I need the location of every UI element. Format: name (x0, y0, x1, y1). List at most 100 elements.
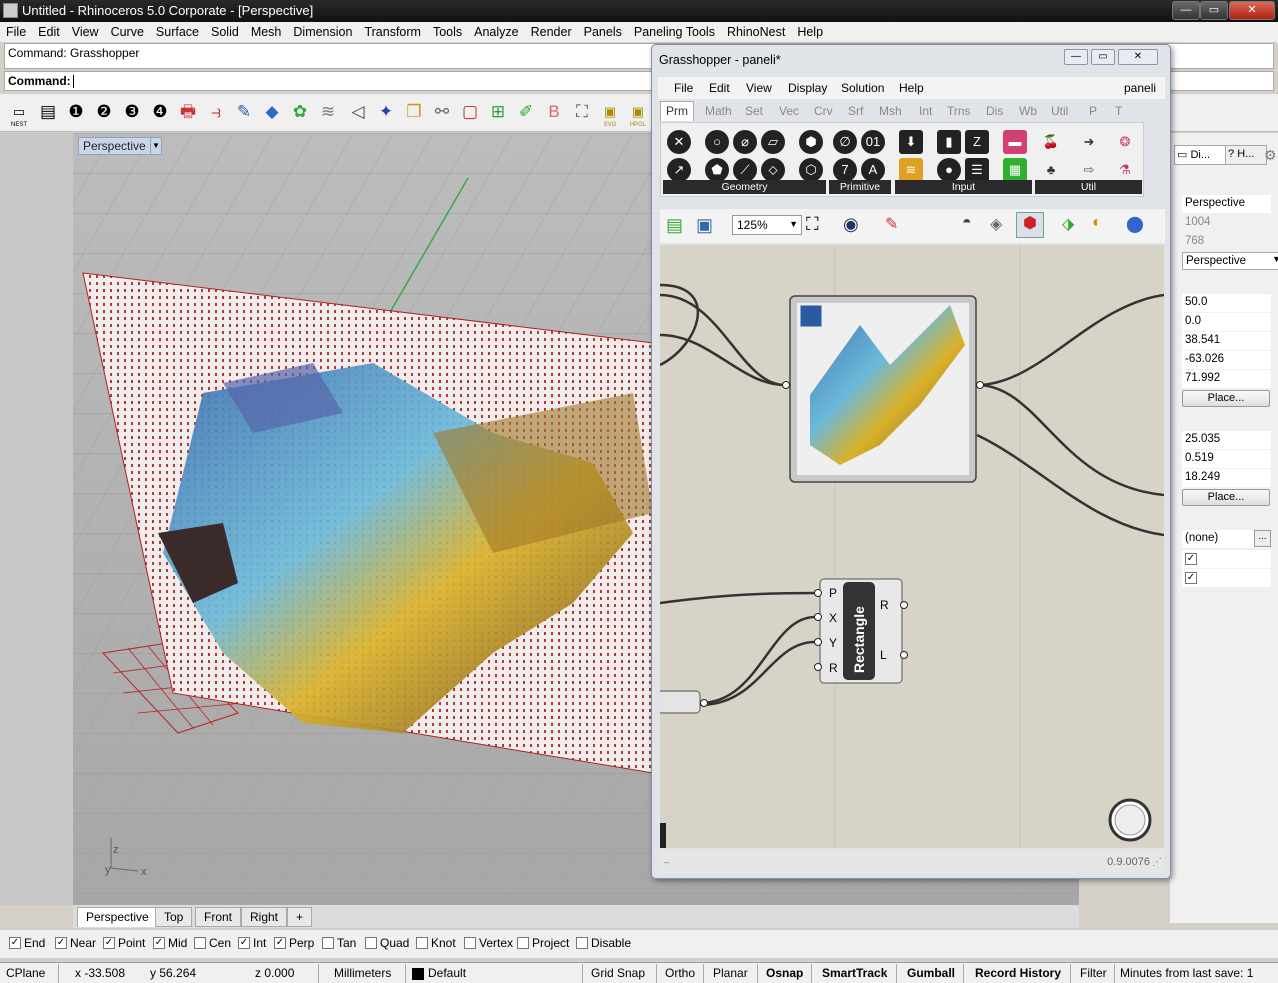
menu-paneling-tools[interactable]: Paneling Tools (628, 22, 721, 42)
geometry-param-icon[interactable]: ⬢ (799, 130, 823, 154)
rhino-app-icon[interactable] (3, 3, 18, 18)
rotation-field[interactable]: 0.0 (1182, 313, 1271, 331)
line-param-icon[interactable]: ⟋ (733, 158, 757, 182)
gh-menu-edit[interactable]: Edit (709, 81, 730, 95)
osnap-near-checkbox[interactable]: ✓ (55, 937, 67, 949)
image-sampler-output-grip[interactable] (976, 381, 984, 389)
save-icon[interactable] (799, 304, 823, 328)
value-list-icon[interactable]: ☰ (965, 158, 989, 182)
layer-4-icon[interactable]: ❹ (147, 98, 173, 126)
number-param-icon[interactable]: ∅ (833, 130, 857, 154)
properties-icon[interactable]: ▤ (35, 98, 61, 126)
print-icon[interactable]: 🖶 (175, 98, 201, 126)
data-arrow-icon[interactable]: ⇨ (1077, 158, 1101, 182)
circle-param-icon[interactable]: ○ (705, 130, 729, 154)
lens-length-field[interactable]: 50.0 (1182, 294, 1271, 312)
rect-grip-out-l[interactable] (900, 651, 908, 659)
osnap-mid-checkbox[interactable]: ✓ (153, 937, 165, 949)
osnap-tan-checkbox[interactable] (322, 937, 334, 949)
menu-render[interactable]: Render (525, 22, 578, 42)
sphere-icon[interactable]: ⬤ (1126, 214, 1144, 234)
number-slider-node[interactable] (660, 690, 701, 714)
status-smarttrack[interactable]: SmartTrack (822, 966, 887, 980)
osnap-quad-checkbox[interactable] (365, 937, 377, 949)
osnap-vertex[interactable]: Vertex (464, 936, 513, 950)
osnap-cen[interactable]: Cen (194, 936, 231, 950)
gh-tab-t[interactable]: T (1115, 104, 1122, 118)
osnap-tan[interactable]: Tan (322, 936, 356, 950)
tab-display[interactable]: ▭ Di... (1174, 145, 1226, 165)
gh-tab-trns[interactable]: Trns (947, 104, 971, 118)
gh-tab-math[interactable]: Math (705, 104, 732, 118)
camera-y-field[interactable]: -63.026 (1182, 351, 1271, 369)
box-icon[interactable]: ◆ (259, 98, 285, 126)
integer-param-icon[interactable]: 7 (833, 158, 857, 182)
sketch-icon[interactable]: ✎ (885, 214, 898, 234)
curve-param-icon[interactable]: ⌀ (733, 130, 757, 154)
menu-panels[interactable]: Panels (578, 22, 628, 42)
tab-right[interactable]: Right (241, 907, 288, 927)
number-slider-icon[interactable]: Z (965, 130, 989, 154)
preview-eye-icon[interactable]: ◉ (843, 214, 859, 235)
gh-menu-file[interactable]: File (674, 81, 693, 95)
menu-transform[interactable]: Transform (358, 22, 427, 42)
menu-curve[interactable]: Curve (105, 22, 150, 42)
place-target-button[interactable]: Place... (1182, 489, 1270, 506)
gh-tab-dis[interactable]: Dis (986, 104, 1003, 118)
text-param-icon[interactable]: A (861, 158, 885, 182)
status-osnap[interactable]: Osnap (766, 966, 803, 980)
status-planar[interactable]: Planar (713, 966, 748, 980)
plane-param-icon[interactable]: ⬟ (705, 158, 729, 182)
brep-param-icon[interactable]: ⬡ (799, 158, 823, 182)
material-icon[interactable]: ◐ (1092, 214, 1102, 232)
gh-maximize-button[interactable]: ▭ (1091, 49, 1115, 65)
minimize-button[interactable]: — (1172, 1, 1200, 20)
place-camera-button[interactable]: Place... (1182, 390, 1270, 407)
osnap-mid[interactable]: ✓ Mid (153, 936, 187, 950)
boolean-param-icon[interactable]: 01 (861, 130, 885, 154)
osnap-point-checkbox[interactable]: ✓ (103, 937, 115, 949)
rect-grip-x[interactable] (814, 613, 822, 621)
layer-2-icon[interactable]: ❷ (91, 98, 117, 126)
flask-icon[interactable]: ⚗ (1113, 158, 1137, 182)
preview-selected-icon[interactable]: ⬢ (1016, 212, 1044, 238)
camera-z-field[interactable]: 71.992 (1182, 370, 1271, 388)
target-z-field[interactable]: 18.249 (1182, 469, 1271, 487)
osnap-knot[interactable]: Knot (416, 936, 456, 950)
osnap-disable[interactable]: Disable (576, 936, 631, 950)
menu-file[interactable]: File (0, 22, 32, 42)
canvas-scroll-handle[interactable] (660, 823, 666, 848)
zoom-select[interactable]: 125% ▼ (732, 215, 802, 235)
osnap-project-checkbox[interactable] (517, 937, 529, 949)
add-viewport-tab-icon[interactable]: + (287, 907, 313, 927)
osnap-point[interactable]: ✓ Point (103, 936, 145, 950)
status-grid-snap[interactable]: Grid Snap (591, 966, 645, 980)
toggle-icon[interactable]: ▮ (937, 130, 961, 154)
gh-tab-srf[interactable]: Srf (848, 104, 863, 118)
gh-tab-set[interactable]: Set (745, 104, 763, 118)
gh-tab-util[interactable]: Util (1051, 104, 1068, 118)
osnap-near[interactable]: ✓ Near (55, 936, 96, 950)
menu-surface[interactable]: Surface (150, 22, 205, 42)
bake-icon[interactable]: ⬗ (1062, 214, 1074, 234)
status-cplane[interactable]: CPlane (6, 966, 45, 980)
status-ortho[interactable]: Ortho (665, 966, 695, 980)
surface-param-icon[interactable]: ▱ (761, 130, 785, 154)
view-title-field[interactable]: Perspective (1182, 195, 1271, 213)
maximize-button[interactable]: ▭ (1200, 1, 1228, 20)
edit-points-icon[interactable]: ✦ (373, 98, 399, 126)
gh-tab-prm[interactable]: Prm (660, 101, 694, 121)
grid-icon[interactable]: ⊞ (485, 98, 511, 126)
gh-menu-solution[interactable]: Solution (841, 81, 884, 95)
bold-b-icon[interactable]: B (541, 98, 567, 126)
close-button[interactable]: ✕ (1229, 1, 1275, 20)
target-x-field[interactable]: 25.035 (1182, 431, 1271, 449)
save-file-icon[interactable]: ▣ (696, 215, 713, 236)
gray-wallpaper-checkbox[interactable]: ✓ (1185, 572, 1197, 584)
jump-icon[interactable]: ❂ (1113, 130, 1137, 154)
gh-tab-int[interactable]: Int (919, 104, 932, 118)
point-param-icon[interactable]: ✕ (667, 130, 691, 154)
menu-tools[interactable]: Tools (427, 22, 468, 42)
mesh-param-icon[interactable]: ⬦ (761, 158, 785, 182)
status-record-history[interactable]: Record History (975, 966, 1061, 980)
